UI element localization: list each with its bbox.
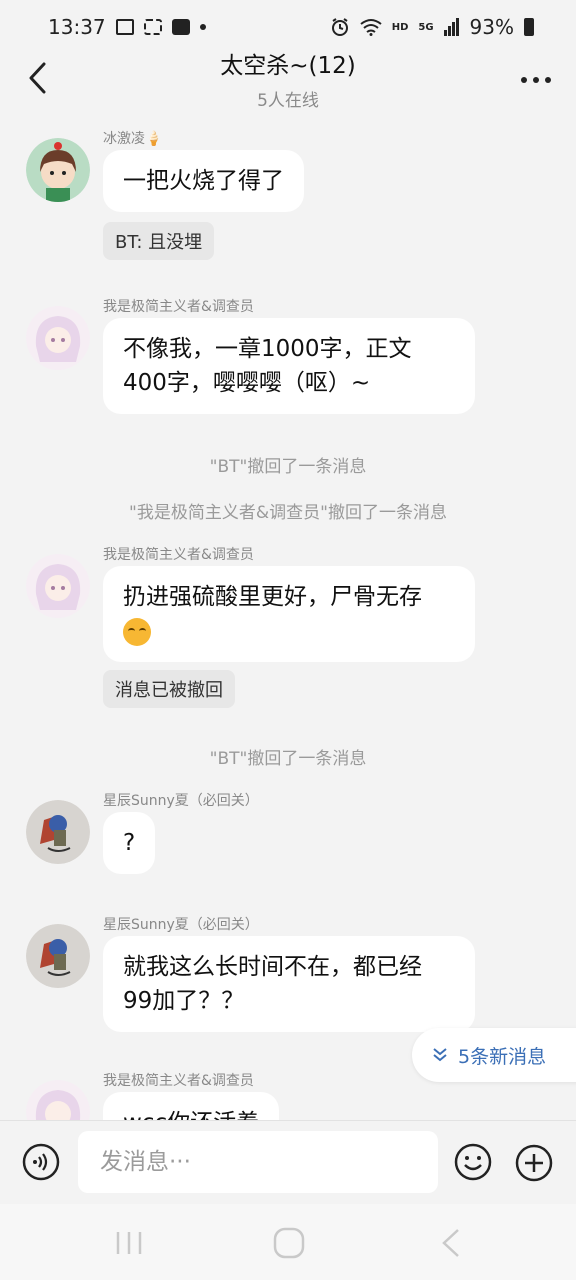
message-notification-icon bbox=[171, 19, 190, 35]
avatar[interactable] bbox=[26, 800, 90, 864]
chat-title: 太空杀~(12) bbox=[220, 52, 356, 79]
message-line: 不像我，一章1000字，正文 bbox=[123, 336, 412, 362]
hd-indicator: HD bbox=[391, 21, 409, 33]
double-chevron-down-icon bbox=[433, 1048, 447, 1062]
home-icon[interactable] bbox=[272, 1226, 306, 1260]
avatar-anime-girl-icon bbox=[26, 554, 90, 618]
sender-name: 我是极简主义者&调查员 bbox=[103, 547, 254, 563]
message-bubble[interactable]: 就我这么长时间不在，都已经 99加了？？ bbox=[103, 936, 475, 1032]
battery-percent: 93% bbox=[469, 15, 514, 39]
status-time: 13:37 bbox=[48, 15, 106, 39]
status-right: HD 5G 93% bbox=[330, 15, 534, 39]
emoji-button[interactable] bbox=[454, 1143, 492, 1181]
avatar[interactable] bbox=[26, 138, 90, 202]
message-bubble[interactable]: ? bbox=[103, 812, 156, 874]
avatar-girl-icon bbox=[26, 138, 90, 202]
system-recall-notice: "BT"撤回了一条消息 bbox=[209, 749, 367, 769]
sender-name: 我是极简主义者&调查员 bbox=[103, 299, 254, 315]
message-line: 400字，嘤嘤嘤（呕）~ bbox=[123, 370, 371, 396]
message-line: 扔进强硫酸里更好，尸骨无存 bbox=[123, 584, 422, 610]
online-count: 5人在线 bbox=[257, 90, 319, 111]
system-recall-notice: "我是极简主义者&调查员"撤回了一条消息 bbox=[129, 503, 447, 523]
more-dots-icon bbox=[521, 77, 551, 83]
message-input[interactable] bbox=[78, 1131, 438, 1193]
network-type: 5G bbox=[418, 21, 434, 33]
nav-back-icon[interactable] bbox=[438, 1228, 462, 1258]
more-notifications-icon bbox=[199, 24, 206, 30]
avatar-anime-girl-icon bbox=[26, 1080, 90, 1120]
back-button[interactable] bbox=[20, 60, 56, 96]
chat-header: 太空杀~(12) 5人在线 bbox=[0, 42, 576, 114]
sender-name: 冰激凌🍦 bbox=[103, 131, 163, 147]
avatar[interactable] bbox=[26, 1080, 90, 1120]
signal-icon bbox=[443, 18, 459, 36]
recent-apps-icon[interactable] bbox=[114, 1228, 144, 1258]
alarm-icon bbox=[331, 18, 348, 36]
new-messages-button[interactable]: 5条新消息 bbox=[412, 1028, 576, 1082]
avatar[interactable] bbox=[26, 924, 90, 988]
more-options-button[interactable] bbox=[518, 62, 554, 98]
voice-icon bbox=[22, 1143, 60, 1181]
avatar-anime-girl-icon bbox=[26, 306, 90, 370]
system-navigation-bar bbox=[0, 1204, 576, 1280]
message-item: 我是极简主义者&调查员 扔进强硫酸里更好，尸骨无存 消息已被撤回 bbox=[26, 544, 546, 714]
avatar[interactable] bbox=[26, 554, 90, 618]
upside-down-face-emoji-icon bbox=[123, 617, 151, 646]
message-line: 就我这么长时间不在，都已经 bbox=[123, 954, 422, 980]
reply-quote[interactable]: 消息已被撤回 bbox=[103, 670, 235, 708]
message-item: 星辰Sunny夏（必回关） ? bbox=[26, 790, 546, 880]
avatar-astronaut-icon bbox=[26, 924, 90, 988]
sender-name: 我是极简主义者&调查员 bbox=[103, 1073, 254, 1089]
message-bubble[interactable]: 扔进强硫酸里更好，尸骨无存 bbox=[103, 566, 475, 662]
status-left: 13:37 bbox=[48, 15, 206, 39]
message-line bbox=[123, 614, 455, 648]
message-input-bar bbox=[0, 1120, 576, 1204]
sender-name: 星辰Sunny夏（必回关） bbox=[103, 793, 259, 809]
wifi-icon bbox=[360, 19, 382, 36]
new-messages-label: 5条新消息 bbox=[458, 1045, 547, 1068]
sender-name: 星辰Sunny夏（必回关） bbox=[103, 917, 259, 933]
message-bubble[interactable]: 不像我，一章1000字，正文 400字，嘤嘤嘤（呕）~ bbox=[103, 318, 475, 414]
plus-icon bbox=[515, 1144, 553, 1182]
message-item: 我是极简主义者&调查员 不像我，一章1000字，正文 400字，嘤嘤嘤（呕）~ bbox=[26, 296, 546, 420]
screenshot-notification-icon bbox=[143, 19, 162, 35]
message-bubble[interactable]: wcc你还活着 bbox=[103, 1092, 280, 1120]
smiley-icon bbox=[454, 1143, 492, 1181]
message-line: 99加了？？ bbox=[123, 988, 245, 1014]
message-bubble[interactable]: 一把火烧了得了 bbox=[103, 150, 304, 212]
voice-button[interactable] bbox=[22, 1143, 60, 1181]
message-item: 冰激凌🍦 一把火烧了得了 BT: 且没埋 bbox=[26, 128, 546, 268]
more-actions-button[interactable] bbox=[514, 1143, 554, 1183]
chevron-left-icon bbox=[29, 62, 46, 94]
gallery-notification-icon bbox=[115, 19, 134, 35]
avatar[interactable] bbox=[26, 306, 90, 370]
reply-quote[interactable]: BT: 且没埋 bbox=[103, 222, 215, 260]
message-item: 星辰Sunny夏（必回关） 就我这么长时间不在，都已经 99加了？？ bbox=[26, 914, 546, 1038]
avatar-astronaut-icon bbox=[26, 800, 90, 864]
battery-icon bbox=[524, 18, 534, 36]
system-recall-notice: "BT"撤回了一条消息 bbox=[209, 457, 367, 477]
